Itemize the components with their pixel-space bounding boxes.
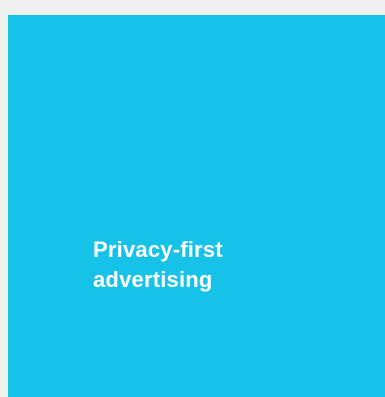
card-title-line-1: Privacy-first bbox=[93, 237, 223, 262]
card-title-line-2: advertising bbox=[93, 267, 213, 292]
feature-card[interactable]: Privacy-first advertising bbox=[8, 15, 385, 397]
card-title: Privacy-first advertising bbox=[93, 235, 353, 295]
page-background: Privacy-first advertising bbox=[0, 0, 385, 397]
